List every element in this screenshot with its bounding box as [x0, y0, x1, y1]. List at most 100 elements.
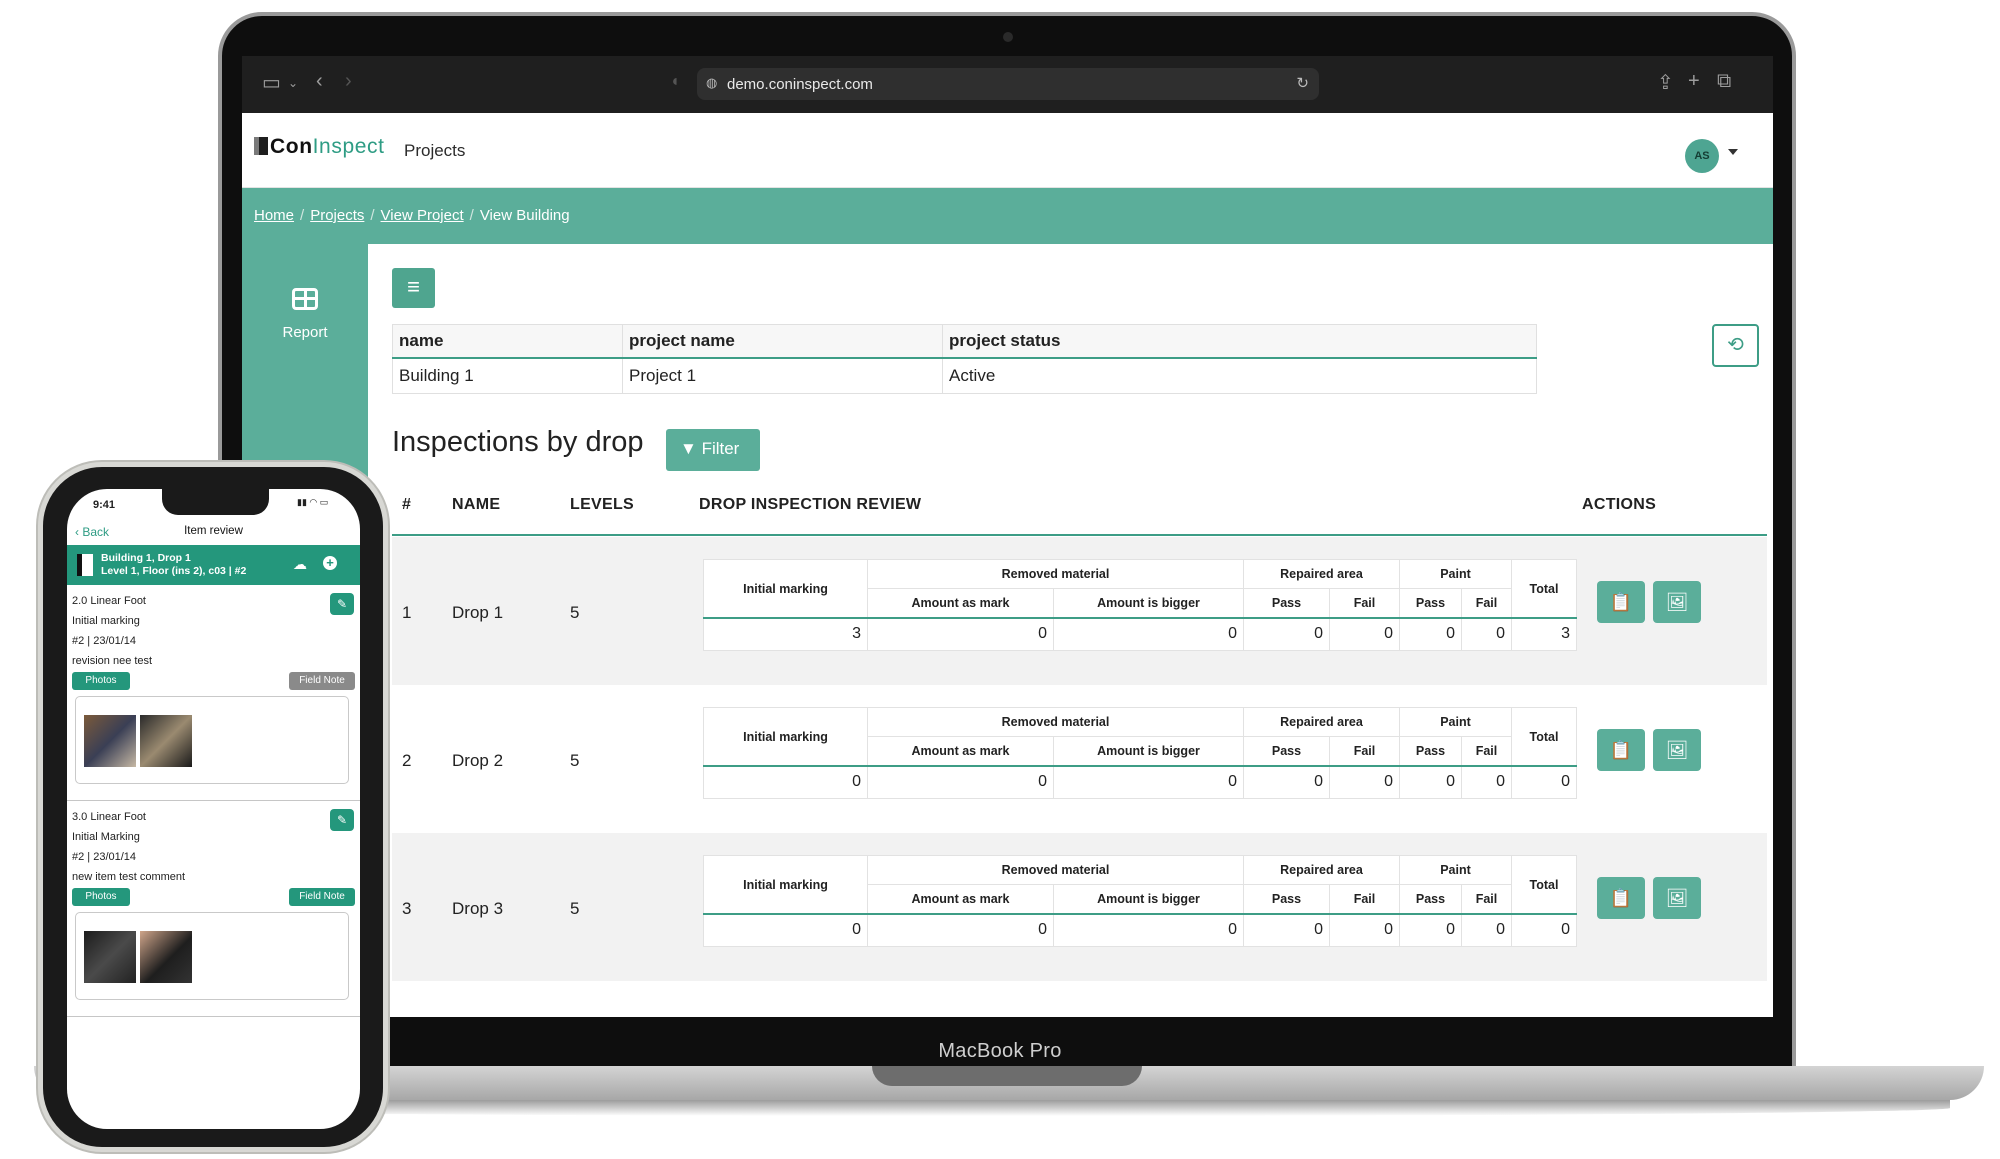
address-bar[interactable]: ◍ demo.coninspect.com ↻ — [697, 68, 1319, 100]
review-header: Total — [1511, 559, 1577, 619]
photos-tab[interactable]: Photos — [72, 888, 130, 906]
review-subheader: Fail — [1461, 588, 1512, 619]
logo-icon — [254, 137, 268, 155]
review-header: Total — [1511, 707, 1577, 767]
cloud-icon[interactable]: ☁ — [293, 556, 307, 573]
item-header: Building 1, Drop 1 Level 1, Floor (ins 2… — [67, 545, 360, 585]
report-grid-icon[interactable] — [292, 288, 318, 310]
info-header-project-name: project name — [622, 324, 943, 359]
forward-icon[interactable]: › — [345, 70, 352, 93]
filter-label: Filter — [701, 439, 740, 458]
review-subheader: Pass — [1399, 588, 1462, 619]
avatar[interactable]: AS — [1685, 139, 1719, 173]
breadcrumb-projects[interactable]: Projects — [310, 207, 364, 224]
reload-icon[interactable]: ↻ — [1296, 74, 1309, 92]
review-header: Removed material — [867, 559, 1244, 589]
caret-down-icon[interactable] — [1728, 149, 1738, 155]
review-subheader: Pass — [1243, 884, 1330, 915]
photo-thumbnail[interactable] — [140, 931, 192, 983]
review-cell: 0 — [1329, 617, 1400, 651]
row-levels: 5 — [570, 603, 580, 622]
row-num: 3 — [402, 899, 412, 918]
review-subheader: Fail — [1329, 588, 1400, 619]
review-header: Repaired area — [1243, 559, 1400, 589]
laptop-notch — [872, 1066, 1142, 1086]
item-header-line1: Building 1, Drop 1 — [101, 552, 191, 564]
review-subheader: Amount is bigger — [1053, 884, 1244, 915]
tabs-icon[interactable]: ⧉ — [1717, 70, 1731, 93]
plus-icon[interactable]: + — [1688, 70, 1700, 93]
review-cell: 0 — [1053, 765, 1244, 799]
list-item: 3.0 Linear Foot Initial Marking #2 | 23/… — [67, 801, 360, 1017]
review-cell: 0 — [1243, 617, 1330, 651]
review-table: Initial marking Removed material Repaire… — [703, 707, 1577, 799]
review-header: Paint — [1399, 707, 1512, 737]
row-num: 1 — [402, 603, 412, 622]
edit-icon[interactable]: ✎ — [330, 809, 354, 831]
list-item: 2.0 Linear Foot Initial marking #2 | 23/… — [67, 585, 360, 801]
phone-screen: 9:41 ▮▮ ◠ ▭ ‹ Back Item review Building … — [67, 489, 360, 1129]
col-header-levels: LEVELS — [570, 496, 635, 513]
clipboard-icon[interactable]: 📋 — [1597, 729, 1645, 771]
logo-text-inspect: Inspect — [312, 135, 385, 158]
sidebar-item-report[interactable]: Report — [242, 324, 368, 341]
photo-thumbnail[interactable] — [84, 931, 136, 983]
row-name: Drop 2 — [452, 751, 504, 770]
review-cell: 0 — [1243, 765, 1330, 799]
chevron-down-icon[interactable]: ⌄ — [288, 76, 298, 90]
review-header: Repaired area — [1243, 855, 1400, 885]
status-time: 9:41 — [93, 499, 116, 511]
review-subheader: Amount as mark — [867, 884, 1054, 915]
photo-thumbnail[interactable] — [84, 715, 136, 767]
logo[interactable]: ConInspect — [254, 135, 385, 159]
item-stage: Initial marking — [72, 615, 140, 627]
table-row: 2 Drop 2 5 Initial marking Removed mater… — [392, 685, 1767, 833]
back-icon[interactable]: ‹ — [316, 70, 323, 93]
sidebar-icon[interactable]: ▭ — [262, 70, 281, 95]
review-subheader: Pass — [1243, 588, 1330, 619]
image-icon[interactable]: 🖼 — [1653, 729, 1701, 771]
review-subheader: Pass — [1399, 884, 1462, 915]
hamburger-icon[interactable]: ≡ — [392, 268, 435, 308]
review-subheader: Fail — [1461, 884, 1512, 915]
review-cell: 0 — [1461, 617, 1512, 651]
plus-icon[interactable]: + — [323, 556, 337, 570]
building-info-table: name project name project status Buildin… — [392, 324, 1537, 394]
field-note-tab[interactable]: Field Note — [289, 888, 355, 906]
share-icon[interactable]: ⇪ — [1657, 70, 1674, 95]
col-header-num: # — [402, 496, 412, 513]
review-cell: 0 — [1511, 765, 1577, 799]
field-note-tab[interactable]: Field Note — [289, 672, 355, 690]
clipboard-icon[interactable]: 📋 — [1597, 581, 1645, 623]
edit-icon[interactable]: ✎ — [330, 593, 354, 615]
clipboard-icon[interactable]: 📋 — [1597, 877, 1645, 919]
info-value-project-name: Project 1 — [622, 357, 943, 394]
filter-button[interactable]: ▼ Filter — [666, 429, 760, 471]
review-cell: 0 — [1053, 913, 1244, 947]
photos-tab[interactable]: Photos — [72, 672, 130, 690]
image-icon[interactable]: 🖼 — [1653, 877, 1701, 919]
review-cell: 0 — [1329, 913, 1400, 947]
image-icon[interactable]: 🖼 — [1653, 581, 1701, 623]
review-header: Initial marking — [703, 559, 868, 619]
item-title: 2.0 Linear Foot — [72, 595, 146, 607]
breadcrumb-home[interactable]: Home — [254, 207, 294, 224]
item-title: 3.0 Linear Foot — [72, 811, 146, 823]
photo-thumbnail[interactable] — [140, 715, 192, 767]
row-name: Drop 1 — [452, 603, 504, 622]
review-cell: 0 — [703, 765, 868, 799]
col-header-name: NAME — [452, 496, 501, 513]
review-header: Total — [1511, 855, 1577, 915]
photo-gallery — [75, 696, 349, 784]
review-cell: 3 — [1511, 617, 1577, 651]
nav-projects-link[interactable]: Projects — [404, 141, 465, 161]
history-icon[interactable]: ⟲ — [1712, 324, 1759, 367]
shield-icon: ◖ — [670, 73, 680, 90]
phone-frame: 9:41 ▮▮ ◠ ▭ ‹ Back Item review Building … — [38, 462, 388, 1152]
breadcrumb-bar: Home / Projects / View Project / View Building — [242, 188, 1773, 244]
review-subheader: Fail — [1329, 736, 1400, 767]
building-icon — [77, 554, 93, 576]
breadcrumb-view-project[interactable]: View Project — [381, 207, 464, 224]
review-subheader: Amount as mark — [867, 588, 1054, 619]
review-cell: 0 — [1461, 765, 1512, 799]
